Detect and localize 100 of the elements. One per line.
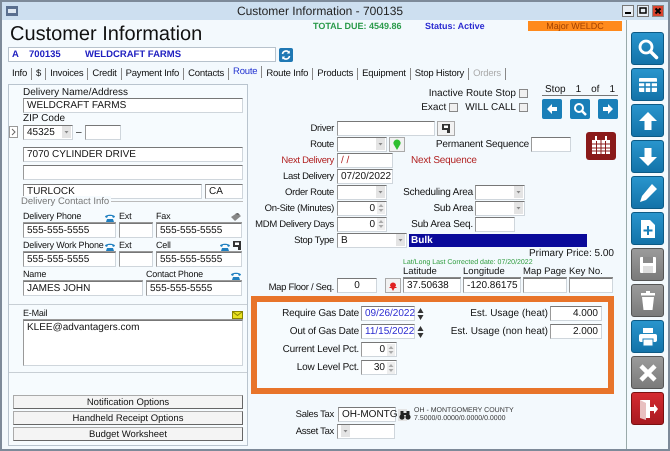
scheduling-area-dropdown[interactable]	[475, 184, 525, 200]
email-field[interactable]: KLEE@advantagers.com	[23, 320, 243, 366]
field-label: Scheduling Area	[402, 186, 473, 198]
contact-field[interactable]: 555-555-5555	[146, 281, 242, 296]
field-label: Order Route	[284, 186, 335, 198]
tab[interactable]: Info	[8, 68, 32, 80]
stop-type-dropdown[interactable]: B	[337, 232, 407, 248]
binoculars-icon[interactable]	[399, 410, 411, 420]
contact-field[interactable]	[119, 223, 153, 238]
tab[interactable]: Route	[229, 66, 262, 78]
last-delivery-field[interactable]: 07/20/2022	[337, 168, 393, 184]
search-button[interactable]	[631, 32, 664, 65]
add-button[interactable]	[631, 212, 664, 245]
contact-field[interactable]	[119, 252, 153, 267]
tab[interactable]: Invoices	[46, 68, 88, 80]
mdm-days-spinner[interactable]: 0	[337, 216, 387, 232]
next-delivery-field[interactable]: / /	[337, 152, 393, 168]
field-label: Permanent Sequence	[434, 138, 529, 150]
map-floor-field[interactable]: 0	[337, 278, 377, 293]
envelope-icon[interactable]	[232, 311, 243, 319]
current-level-spinner[interactable]: 0	[361, 342, 397, 357]
contact-field[interactable]: 555-555-5555	[156, 223, 242, 238]
location-button[interactable]	[385, 278, 401, 293]
tab[interactable]: Payment Info	[122, 68, 184, 80]
name-field[interactable]: WELDCRAFT FARMS	[23, 98, 243, 113]
latitude-field[interactable]: 37.50638	[403, 278, 461, 293]
option-button[interactable]: Handheld Receipt Options	[13, 411, 243, 425]
permanent-sequence-field[interactable]	[531, 136, 571, 152]
field-label: Sub Area Seq.	[410, 218, 473, 230]
field-label: Driver	[309, 122, 335, 134]
tab[interactable]: Route Info	[262, 68, 314, 80]
zip-separator: –	[75, 126, 83, 138]
key-number-field[interactable]	[569, 278, 613, 293]
pager-icon[interactable]	[232, 240, 242, 251]
zip-dropdown[interactable]: 45325	[23, 124, 73, 140]
maximize-button[interactable]	[637, 5, 649, 17]
spinner-arrows-icon[interactable]	[417, 324, 424, 338]
exit-button[interactable]	[631, 392, 664, 425]
phone-icon[interactable]	[230, 271, 242, 280]
stop-of: of	[591, 84, 600, 95]
previous-stop-button[interactable]	[542, 99, 562, 119]
tab[interactable]: $	[32, 68, 46, 80]
checkbox[interactable]	[519, 88, 528, 98]
option-button[interactable]: Notification Options	[13, 395, 243, 409]
phone-icon[interactable]	[219, 242, 231, 251]
street-field[interactable]: 7070 CYLINDER DRIVE	[23, 147, 243, 162]
field-label: Stop Type	[293, 234, 335, 246]
usage-heat-field[interactable]: 4.000	[550, 306, 602, 321]
contact-field[interactable]: 555-555-5555	[23, 223, 116, 238]
contact-field[interactable]: 555-555-5555	[156, 252, 242, 267]
minimize-button[interactable]	[622, 5, 634, 17]
field-label: Require Gas Date	[281, 308, 359, 319]
refresh-button[interactable]	[279, 48, 293, 62]
next-stop-button[interactable]	[598, 99, 618, 119]
grid-button[interactable]	[631, 68, 664, 101]
map-page-field[interactable]	[523, 278, 567, 293]
tab[interactable]: Products	[313, 68, 358, 80]
zip-extension-field[interactable]	[84, 124, 121, 140]
print-button[interactable]	[631, 320, 664, 353]
map-pin-button[interactable]	[389, 136, 405, 152]
calendar-button[interactable]	[586, 132, 616, 160]
tab[interactable]: Contacts	[184, 68, 230, 80]
sub-area-dropdown[interactable]	[475, 200, 525, 216]
usage-nonheat-field[interactable]: 2.000	[550, 324, 602, 339]
close-button[interactable]	[652, 5, 664, 17]
up-button[interactable]	[631, 104, 664, 137]
spinner-arrows-icon[interactable]	[417, 306, 424, 320]
order-route-dropdown[interactable]	[337, 184, 387, 200]
option-button[interactable]: Budget Worksheet	[13, 427, 243, 441]
tab[interactable]: Equipment	[358, 68, 411, 80]
on-site-spinner[interactable]: 0	[337, 200, 387, 216]
longitude-field[interactable]: -120.86175	[463, 278, 521, 293]
down-button[interactable]	[631, 140, 664, 173]
checkbox[interactable]	[519, 102, 528, 112]
fax-icon[interactable]	[230, 212, 242, 222]
contact-field[interactable]: 555-555-5555	[23, 252, 116, 267]
caret-icon	[376, 138, 385, 150]
address-line-field[interactable]	[23, 165, 243, 180]
stop-search-button[interactable]	[570, 99, 590, 119]
tab[interactable]: Credit	[88, 68, 122, 80]
pager-button[interactable]	[437, 120, 455, 136]
total-due: TOTAL DUE: 4549.86	[313, 20, 403, 30]
date-field[interactable]: 11/15/2022	[361, 324, 415, 339]
edit-button[interactable]	[631, 176, 664, 209]
close-icon	[636, 362, 658, 384]
driver-field[interactable]	[337, 120, 435, 136]
phone-icon[interactable]	[104, 242, 116, 251]
contact-field[interactable]: JAMES JOHN	[23, 281, 143, 296]
asset-tax-dropdown[interactable]	[337, 424, 395, 438]
phone-icon[interactable]	[104, 213, 116, 222]
route-dropdown[interactable]	[337, 136, 387, 152]
tab[interactable]: Stop History	[410, 68, 470, 80]
state-field[interactable]: CA	[205, 184, 243, 199]
date-field[interactable]: 09/26/2022	[361, 306, 415, 321]
low-level-spinner[interactable]: 30	[361, 360, 397, 375]
checkbox[interactable]	[449, 102, 458, 112]
stop-type-description: Bulk	[409, 234, 587, 246]
stop-label: Stop	[545, 84, 566, 95]
window-title: Customer Information - 700135	[236, 4, 404, 18]
sub-area-seq-field[interactable]	[475, 216, 515, 232]
